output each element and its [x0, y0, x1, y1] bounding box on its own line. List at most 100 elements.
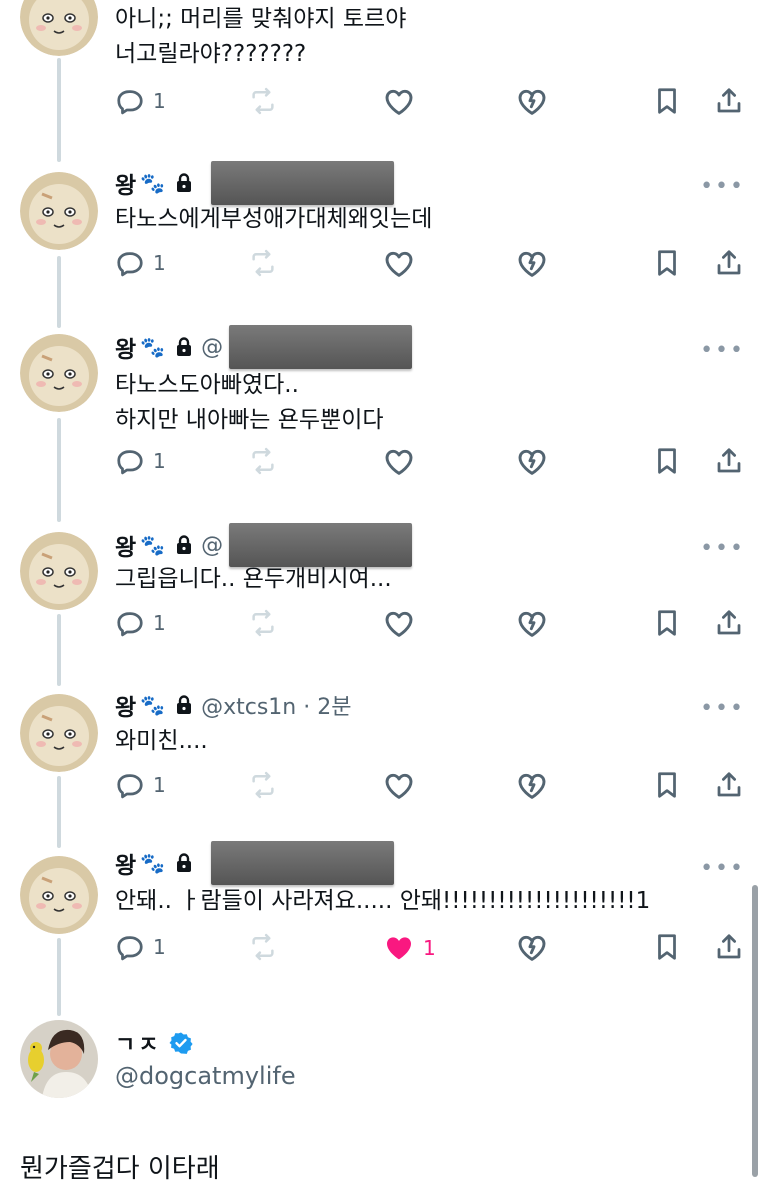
like-button[interactable]: [383, 86, 415, 118]
retweet-button[interactable]: [248, 86, 278, 116]
handle[interactable]: @: [201, 335, 223, 360]
avatar[interactable]: [20, 856, 98, 934]
lock-icon: [175, 695, 193, 715]
share-icon: [714, 248, 744, 278]
avatar[interactable]: [20, 334, 98, 412]
lock-icon: [175, 173, 193, 193]
heart-icon: [383, 248, 415, 280]
share-button[interactable]: [714, 86, 744, 116]
avatar[interactable]: [20, 532, 98, 610]
like-button[interactable]: [383, 770, 415, 802]
bookmark-button[interactable]: [652, 932, 682, 962]
display-name[interactable]: 왕: [115, 166, 136, 200]
heart-icon: [383, 608, 415, 640]
heart-icon: [383, 770, 415, 802]
quoted-profile[interactable]: ㄱㅈ @dogcatmylife 뭔가즐겁다 이타래: [0, 1010, 765, 1200]
share-button[interactable]: [714, 608, 744, 638]
bookmark-icon: [652, 770, 682, 800]
reply-icon: [115, 932, 145, 962]
avatar[interactable]: [20, 694, 98, 772]
heart-icon: [383, 86, 415, 118]
more-icon[interactable]: •••: [700, 538, 745, 560]
display-name[interactable]: 왕: [115, 330, 136, 364]
bookmark-button[interactable]: [652, 446, 682, 476]
display-name[interactable]: 왕: [115, 846, 136, 880]
share-button[interactable]: [714, 770, 744, 800]
retweet-button[interactable]: [248, 248, 278, 278]
dislike-button[interactable]: [516, 86, 548, 118]
redacted-block: [229, 325, 413, 369]
reply-button[interactable]: 1: [115, 932, 166, 962]
broken-heart-icon: [516, 608, 548, 640]
tweet[interactable]: 아니;; 머리를 맞춰야지 토르야 너고릴라야??????? 1: [0, 0, 765, 150]
avatar[interactable]: [20, 172, 98, 250]
like-button[interactable]: [383, 248, 415, 280]
share-button[interactable]: [714, 932, 744, 962]
like-button[interactable]: [383, 608, 415, 640]
reply-button[interactable]: 1: [115, 446, 166, 476]
share-button[interactable]: [714, 248, 744, 278]
tweet-actions: 1: [0, 608, 765, 648]
retweet-button[interactable]: [248, 446, 278, 476]
tweet-text: 와미친....: [115, 728, 208, 754]
paw-icon: 🐾: [140, 171, 166, 195]
profile-avatar[interactable]: [20, 1020, 98, 1098]
dislike-button[interactable]: [516, 248, 548, 280]
tweet[interactable]: 왕 🐾 @ ••• 타노스도아빠였다.. 하지만 내아빠는 욘두뿐이다 1: [0, 314, 765, 510]
retweet-button[interactable]: [248, 608, 278, 638]
verified-badge-icon: [169, 1031, 194, 1055]
more-icon[interactable]: •••: [700, 858, 745, 880]
tweet-actions: 1: [0, 248, 765, 288]
scrollbar[interactable]: [752, 885, 758, 1177]
handle[interactable]: @: [201, 533, 223, 558]
more-icon[interactable]: •••: [700, 176, 745, 198]
lock-icon: [175, 337, 193, 357]
reply-icon: [115, 86, 145, 116]
tweet[interactable]: 왕 🐾 @ ••• 그립읍니다.. 욘두개비시여... 1: [0, 512, 765, 672]
dislike-button[interactable]: [516, 932, 548, 964]
tweet[interactable]: 왕 🐾 ••• 안돼.. ㅏ람들이 사라져요..... 안돼!!!!!!!!!!…: [0, 836, 765, 1000]
dislike-button[interactable]: [516, 608, 548, 640]
bookmark-button[interactable]: [652, 608, 682, 638]
tweet[interactable]: 왕 🐾 ••• 타노스에게부성애가대체왜잇는데 1: [0, 152, 765, 312]
retweet-button[interactable]: [248, 770, 278, 800]
profile-header: ㄱㅈ: [115, 1026, 194, 1060]
reply-button[interactable]: 1: [115, 608, 166, 638]
bookmark-button[interactable]: [652, 770, 682, 800]
share-icon: [714, 770, 744, 800]
redacted-block: [229, 523, 413, 567]
display-name[interactable]: 왕: [115, 688, 136, 722]
dislike-button[interactable]: [516, 770, 548, 802]
profile-handle[interactable]: @dogcatmylife: [115, 1062, 296, 1090]
reply-icon: [115, 770, 145, 800]
tweet-header: 왕 🐾 @xtcs1n · 2분: [115, 688, 351, 722]
retweet-icon: [248, 608, 278, 638]
like-button[interactable]: 1: [383, 932, 436, 964]
heart-icon: [383, 446, 415, 478]
tweet-text: 타노스에게부성애가대체왜잇는데: [115, 206, 433, 232]
reply-button[interactable]: 1: [115, 86, 166, 116]
display-name[interactable]: 왕: [115, 528, 136, 562]
bookmark-button[interactable]: [652, 248, 682, 278]
retweet-button[interactable]: [248, 932, 278, 962]
broken-heart-icon: [516, 248, 548, 280]
display-name[interactable]: ㄱㅈ: [115, 1027, 161, 1059]
more-icon[interactable]: •••: [700, 340, 745, 362]
tweet-text: 안돼.. ㅏ람들이 사라져요..... 안돼!!!!!!!!!!!!!!!!!!…: [115, 888, 651, 914]
share-button[interactable]: [714, 446, 744, 476]
tweet-header: 왕 🐾: [115, 841, 395, 885]
share-icon: [714, 446, 744, 476]
bookmark-icon: [652, 446, 682, 476]
reply-button[interactable]: 1: [115, 770, 166, 800]
like-button[interactable]: [383, 446, 415, 478]
bookmark-button[interactable]: [652, 86, 682, 116]
broken-heart-icon: [516, 86, 548, 118]
dislike-button[interactable]: [516, 446, 548, 478]
avatar[interactable]: [20, 0, 98, 56]
tweet-actions: 1: [0, 446, 765, 486]
tweet[interactable]: 왕 🐾 @xtcs1n · 2분 ••• 와미친.... 1: [0, 674, 765, 834]
handle[interactable]: @xtcs1n · 2분: [201, 689, 351, 721]
more-icon[interactable]: •••: [700, 698, 745, 720]
reply-button[interactable]: 1: [115, 248, 166, 278]
retweet-icon: [248, 248, 278, 278]
